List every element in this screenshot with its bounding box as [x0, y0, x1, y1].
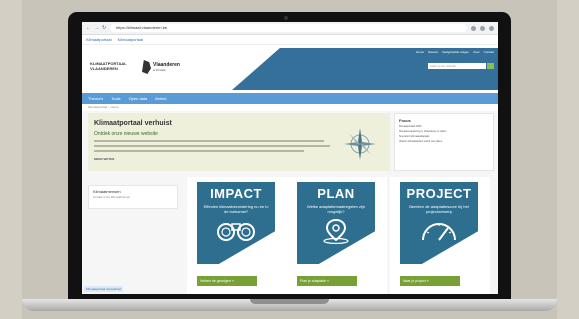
plan-button[interactable]: Plan je adaptatie »: [297, 276, 357, 286]
address-bar[interactable]: https://klimaat.vlaanderen.be: [110, 24, 467, 32]
toplink-contact[interactable]: Contact: [484, 50, 494, 54]
reload-icon[interactable]: ↻: [102, 25, 106, 31]
site-header: KLIMAATPORTAAL VLAANDEREN Vlaanderen is …: [82, 45, 498, 93]
menu-item-open-data[interactable]: Open data: [129, 96, 148, 101]
hero-banner: Klimaatportaal verhuist Ontdek onze nieu…: [88, 113, 390, 171]
menu-icon[interactable]: [489, 25, 494, 31]
impact-title: IMPACT: [210, 186, 262, 201]
hero-text-line: [94, 150, 304, 152]
focus-title: Focus: [399, 118, 411, 123]
side-box[interactable]: Klimaatmensen Ontdek onze klimaatbrieven: [88, 185, 178, 209]
top-links: Home Nieuws Veelgestelde vragen Over Con…: [416, 50, 494, 54]
background-stripe-left: [0, 0, 22, 319]
hero-text-line: [94, 140, 324, 142]
search-button[interactable]: [487, 63, 494, 69]
laptop-notch: [250, 299, 329, 304]
profile-icon[interactable]: [480, 25, 485, 31]
side-box-subtitle: Ontdek onze klimaatbrieven: [93, 195, 131, 199]
impact-subtitle: Effecten klimaatverandering nu en in de …: [203, 204, 269, 214]
focus-link[interactable]: Vlaams klimaatbeleid: stand van zaken: [399, 140, 489, 144]
hero-title: Klimaatportaal verhuist: [94, 120, 172, 127]
menu-item-tools[interactable]: Tools: [111, 96, 120, 101]
binoculars-icon: [217, 223, 255, 241]
focus-link[interactable]: Klimaatportaal 2050: [399, 125, 489, 129]
bookmarks-bar: Klimaatportaal Klimaatportaal: [82, 35, 498, 45]
hero-subtitle[interactable]: Ontdek onze nieuwe website: [94, 131, 158, 137]
toplink-home[interactable]: Home: [416, 50, 424, 54]
back-icon[interactable]: ←: [86, 25, 91, 31]
main-content: Klimaatportaal verhuist Ontdek onze nieu…: [82, 111, 498, 294]
plan-tile[interactable]: PLAN Welke adaptatiemaatregelen zijn mog…: [297, 182, 375, 264]
card-impact: IMPACT Effecten klimaatverandering nu en…: [187, 177, 287, 294]
vlaanderen-logo-sub: is klimaat: [153, 68, 166, 72]
newsletter-tag[interactable]: Klimaatportaal nieuwsbrief: [84, 286, 124, 292]
search-input[interactable]: Zoek op de website: [428, 63, 486, 69]
vlaanderen-logo[interactable]: Vlaanderen is klimaat: [142, 57, 184, 77]
menu-item-themas[interactable]: Thema's: [88, 96, 103, 101]
compass-icon: [344, 128, 376, 160]
toplink-faq[interactable]: Veelgestelde vragen: [442, 50, 469, 54]
impact-tile[interactable]: IMPACT Effecten klimaatverandering nu en…: [197, 182, 275, 264]
project-button[interactable]: Naar je project »: [400, 276, 460, 286]
plan-title: PLAN: [317, 186, 355, 201]
gauge-icon: [422, 223, 456, 241]
project-subtitle: Bereken de adaptatiescore bij het projec…: [409, 204, 469, 214]
main-menu: Thema's Tools Open data Beleid: [82, 93, 498, 104]
klimaatportaal-logo[interactable]: KLIMAATPORTAAL VLAANDEREN: [90, 61, 134, 71]
camera-icon: [284, 16, 288, 20]
project-tile[interactable]: PROJECT Bereken de adaptatiescore bij he…: [400, 182, 478, 264]
focus-link[interactable]: Scenario's klimaatadaptatie: [399, 135, 489, 139]
forward-icon[interactable]: →: [94, 25, 99, 31]
card-plan: PLAN Welke adaptatiemaatregelen zijn mog…: [287, 177, 387, 294]
breadcrumb[interactable]: Klimaatportaal > Home: [82, 104, 498, 111]
map-pin-icon: [323, 218, 349, 244]
laptop-screen: ← → ↻ https://klimaat.vlaanderen.be Klim…: [82, 22, 498, 294]
hero-text-line: [94, 145, 330, 147]
toplink-over[interactable]: Over: [473, 50, 480, 54]
background-stripe-right: [557, 0, 579, 319]
impact-button[interactable]: Verken de gevolgen »: [197, 276, 257, 286]
extension-icon[interactable]: [471, 25, 476, 31]
header-band: [232, 48, 498, 90]
bookmark-2[interactable]: Klimaatportaal: [118, 37, 144, 42]
bookmark-1[interactable]: Klimaatportaal: [86, 37, 112, 42]
menu-item-beleid[interactable]: Beleid: [155, 96, 166, 101]
focus-panel: Focus Klimaatportaal 2050 Klimaatverande…: [394, 113, 494, 171]
focus-link[interactable]: Klimaatverandering in Vlaanderen in cijf…: [399, 130, 489, 134]
hero-more-link[interactable]: MEER WETEN: [94, 157, 114, 161]
side-box-title: Klimaatmensen: [93, 189, 121, 194]
plan-subtitle: Welke adaptatiemaatregelen zijn mogelijk…: [307, 204, 365, 214]
card-project: PROJECT Bereken de adaptatiescore bij he…: [390, 177, 490, 294]
project-title: PROJECT: [406, 186, 472, 201]
lion-icon: [142, 60, 151, 74]
toplink-nieuws[interactable]: Nieuws: [428, 50, 438, 54]
browser-toolbar: ← → ↻ https://klimaat.vlaanderen.be: [82, 22, 498, 35]
